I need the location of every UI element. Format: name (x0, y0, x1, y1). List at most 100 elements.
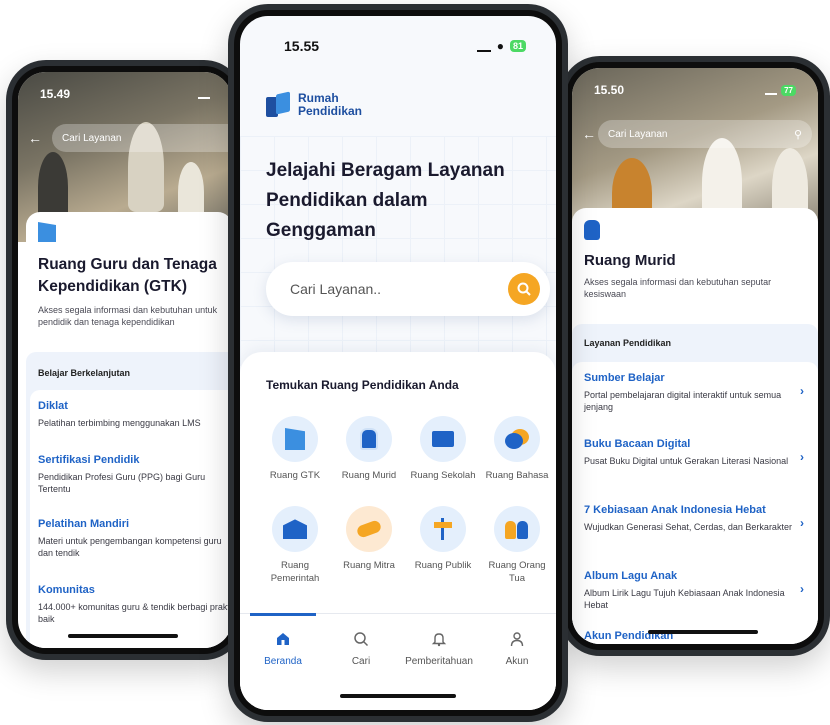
service-title: Diklat (38, 400, 68, 412)
tile-ruang-orang-tua[interactable]: Ruang Orang Tua (480, 506, 554, 585)
search-input[interactable]: Cari Layanan.. (266, 262, 550, 316)
signal-icon (476, 40, 491, 52)
signal-icon (198, 89, 210, 99)
tile-label: Ruang Mitra (343, 560, 395, 572)
service-desc: Pelatihan terbimbing menggunakan LMS (38, 418, 201, 428)
active-tab-indicator (250, 613, 316, 616)
tile-ruang-sekolah[interactable]: Ruang Sekolah (406, 416, 480, 482)
service-title: Sertifikasi Pendidik (38, 454, 140, 466)
home-icon (277, 633, 289, 645)
tile-ruang-gtk[interactable]: Ruang GTK (258, 416, 332, 482)
service-item-komunitas[interactable]: Komunitas 144.000+ komunitas guru & tend… (38, 584, 232, 625)
wifi-icon: ● (496, 39, 504, 53)
page-headline: Jelajahi Beragam Layanan Pendidikan dala… (266, 160, 505, 241)
government-building-icon (283, 519, 307, 540)
tile-ruang-mitra[interactable]: Ruang Mitra (332, 506, 406, 585)
tile-label: Ruang Pemerintah (270, 560, 320, 584)
chevron-right-icon: › (800, 516, 804, 530)
book-icon (38, 222, 56, 242)
chat-bubbles-icon (505, 429, 529, 449)
service-title: Sumber Belajar (584, 372, 665, 384)
nav-pemberitahuan[interactable]: Pemberitahuan (404, 628, 474, 667)
status-bar: 15.49 (40, 86, 210, 102)
services-section: Layanan Pendidikan Sumber Belajar Portal… (572, 324, 818, 644)
search-button[interactable] (508, 273, 540, 305)
service-desc: Album Lirik Lagu Tujuh Kebiasaan Anak In… (584, 588, 785, 611)
services-list: Diklat Pelatihan terbimbing menggunakan … (30, 390, 232, 648)
tile-ruang-bahasa[interactable]: Ruang Bahasa (480, 416, 554, 482)
services-section: Belajar Berkelanjutan Diklat Pelatihan t… (26, 352, 232, 648)
status-time: 15.49 (40, 87, 71, 101)
chevron-right-icon: › (800, 450, 804, 464)
room-description: Akses segala informasi dan kebutuhan sep… (584, 277, 772, 300)
tile-label: Ruang Bahasa (485, 470, 549, 481)
service-desc: Materi untuk pengembangan kompetensi gur… (38, 536, 222, 559)
chevron-right-icon: › (800, 384, 804, 398)
backpack-icon (360, 428, 378, 450)
nav-beranda[interactable]: Beranda (248, 628, 318, 667)
service-title: 7 Kebiasaan Anak Indonesia Hebat (584, 504, 766, 516)
tile-ruang-pemerintah[interactable]: Ruang Pemerintah (258, 506, 332, 585)
service-item-sumber-belajar[interactable]: Sumber Belajar Portal pembelajaran digit… (584, 372, 794, 413)
status-time: 15.50 (594, 83, 625, 97)
right-phone-screen: 15.50 77 ← Cari Layanan ⚲ Ruang Murid Ak… (572, 68, 818, 644)
book-icon (285, 428, 305, 450)
nav-label: Pemberitahuan (405, 656, 473, 667)
nav-akun[interactable]: Akun (482, 628, 552, 667)
home-indicator (68, 634, 178, 638)
back-arrow-icon[interactable]: ← (28, 130, 42, 146)
nav-label: Beranda (264, 656, 302, 667)
room-description: Akses segala informasi dan kebutuhan unt… (38, 305, 218, 328)
search-input[interactable]: Cari Layanan (52, 124, 232, 152)
center-phone-mockup: 15.55 ● 81 Rumah Pendidikan Jelajahi Ber… (228, 4, 568, 722)
left-phone-mockup: 15.49 ← Cari Layanan Ruang Guru dan Tena… (6, 60, 244, 660)
service-title: Buku Bacaan Digital (584, 438, 691, 450)
app-logo: Rumah Pendidikan (266, 91, 363, 118)
chevron-right-icon: › (800, 582, 804, 596)
backpack-icon (584, 220, 600, 240)
section-title: Belajar Berkelanjutan (38, 368, 131, 378)
nav-cari[interactable]: Cari (326, 628, 396, 667)
rumah-pendidikan-logo-icon (266, 91, 292, 117)
tile-ruang-murid[interactable]: Ruang Murid (332, 416, 406, 482)
service-item-sertifikasi[interactable]: Sertifikasi Pendidik Pendidikan Profesi … (38, 454, 232, 495)
service-item-diklat[interactable]: Diklat Pelatihan terbimbing menggunakan … (38, 400, 232, 429)
service-desc: Pendidikan Profesi Guru (PPG) bagi Guru … (38, 472, 206, 495)
search-icon (517, 282, 531, 296)
room-title: Ruang Murid (584, 252, 676, 269)
home-indicator (340, 694, 456, 698)
section-title: Layanan Pendidikan (584, 338, 672, 348)
user-icon (510, 632, 524, 647)
signpost-icon (432, 518, 454, 541)
home-indicator (648, 630, 758, 634)
tile-ruang-publik[interactable]: Ruang Publik (406, 506, 480, 585)
center-phone-screen: 15.55 ● 81 Rumah Pendidikan Jelajahi Ber… (240, 16, 556, 710)
service-desc: 144.000+ komunitas guru & tendik berbagi… (38, 602, 232, 625)
right-phone-mockup: 15.50 77 ← Cari Layanan ⚲ Ruang Murid Ak… (560, 56, 830, 656)
tile-label: Ruang Publik (414, 560, 472, 572)
handshake-icon (355, 519, 383, 540)
room-card: Ruang Guru dan Tenaga Kependidikan (GTK)… (26, 212, 232, 342)
nav-label: Cari (351, 656, 371, 667)
tile-label: Ruang GTK (269, 470, 321, 481)
room-title: Ruang Guru dan Tenaga Kependidikan (GTK) (38, 256, 217, 295)
service-item-buku-bacaan[interactable]: Buku Bacaan Digital Pusat Buku Digital u… (584, 438, 794, 467)
school-icon (432, 431, 454, 447)
service-desc: Pusat Buku Digital untuk Gerakan Literas… (584, 456, 789, 466)
service-desc: Wujudkan Generasi Sehat, Cerdas, dan Ber… (584, 522, 792, 532)
search-placeholder: Cari Layanan (62, 132, 122, 144)
service-item-album-lagu[interactable]: Album Lagu Anak Album Lirik Lagu Tujuh K… (584, 570, 794, 611)
service-item-kebiasaan[interactable]: 7 Kebiasaan Anak Indonesia Hebat Wujudka… (584, 504, 794, 533)
back-arrow-icon[interactable]: ← (582, 126, 596, 142)
search-icon[interactable]: ⚲ (794, 128, 802, 141)
services-list: Sumber Belajar Portal pembelajaran digit… (572, 362, 818, 644)
service-title: Pelatihan Mandiri (38, 518, 130, 530)
panel-title: Temukan Ruang Pendidikan Anda (266, 378, 459, 392)
nav-label: Akun (505, 656, 529, 667)
parents-icon (505, 519, 529, 540)
logo-line-2: Pendidikan (298, 103, 363, 118)
search-input[interactable]: Cari Layanan ⚲ (598, 120, 812, 148)
battery-icon: 81 (509, 40, 526, 52)
battery-icon: 77 (781, 84, 796, 96)
service-item-pelatihan[interactable]: Pelatihan Mandiri Materi untuk pengemban… (38, 518, 232, 559)
